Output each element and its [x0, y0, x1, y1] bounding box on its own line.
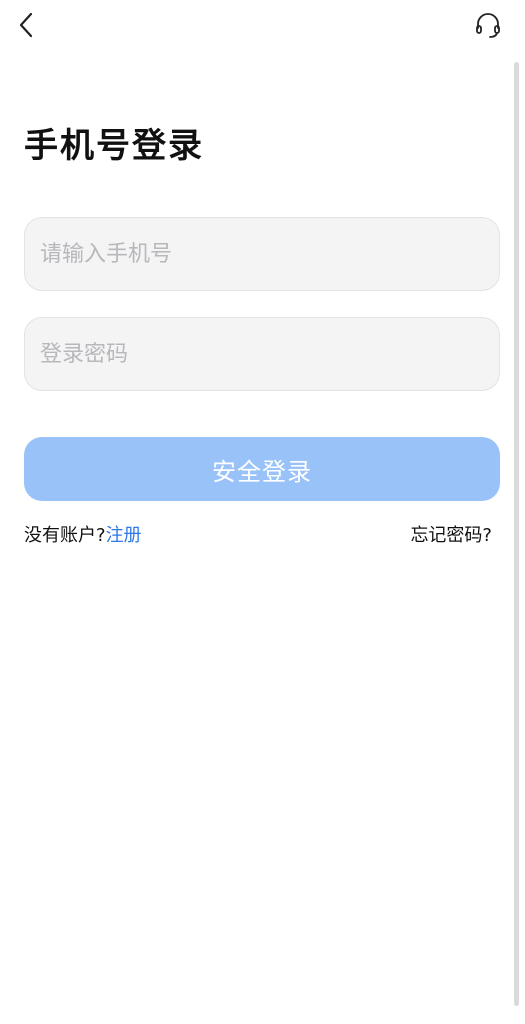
- customer-service-button[interactable]: [468, 6, 508, 44]
- forgot-password-link[interactable]: 忘记密码?: [410, 521, 492, 547]
- account-links-row: 没有账户?注册 忘记密码?: [24, 518, 492, 550]
- chevron-left-icon: [19, 12, 33, 38]
- back-button[interactable]: [10, 8, 42, 42]
- register-link[interactable]: 注册: [106, 525, 142, 546]
- phone-input[interactable]: [25, 218, 499, 290]
- register-prompt: 没有账户?注册: [24, 521, 142, 547]
- headset-icon: [476, 13, 500, 38]
- phone-field[interactable]: [24, 217, 500, 291]
- no-account-text: 没有账户?: [24, 525, 106, 546]
- top-bar: [0, 0, 525, 56]
- password-field[interactable]: [24, 317, 500, 391]
- page-title: 手机号登录: [24, 126, 204, 166]
- scrollbar[interactable]: [514, 62, 519, 1006]
- password-input[interactable]: [25, 318, 499, 390]
- secure-login-button[interactable]: 安全登录: [24, 437, 500, 501]
